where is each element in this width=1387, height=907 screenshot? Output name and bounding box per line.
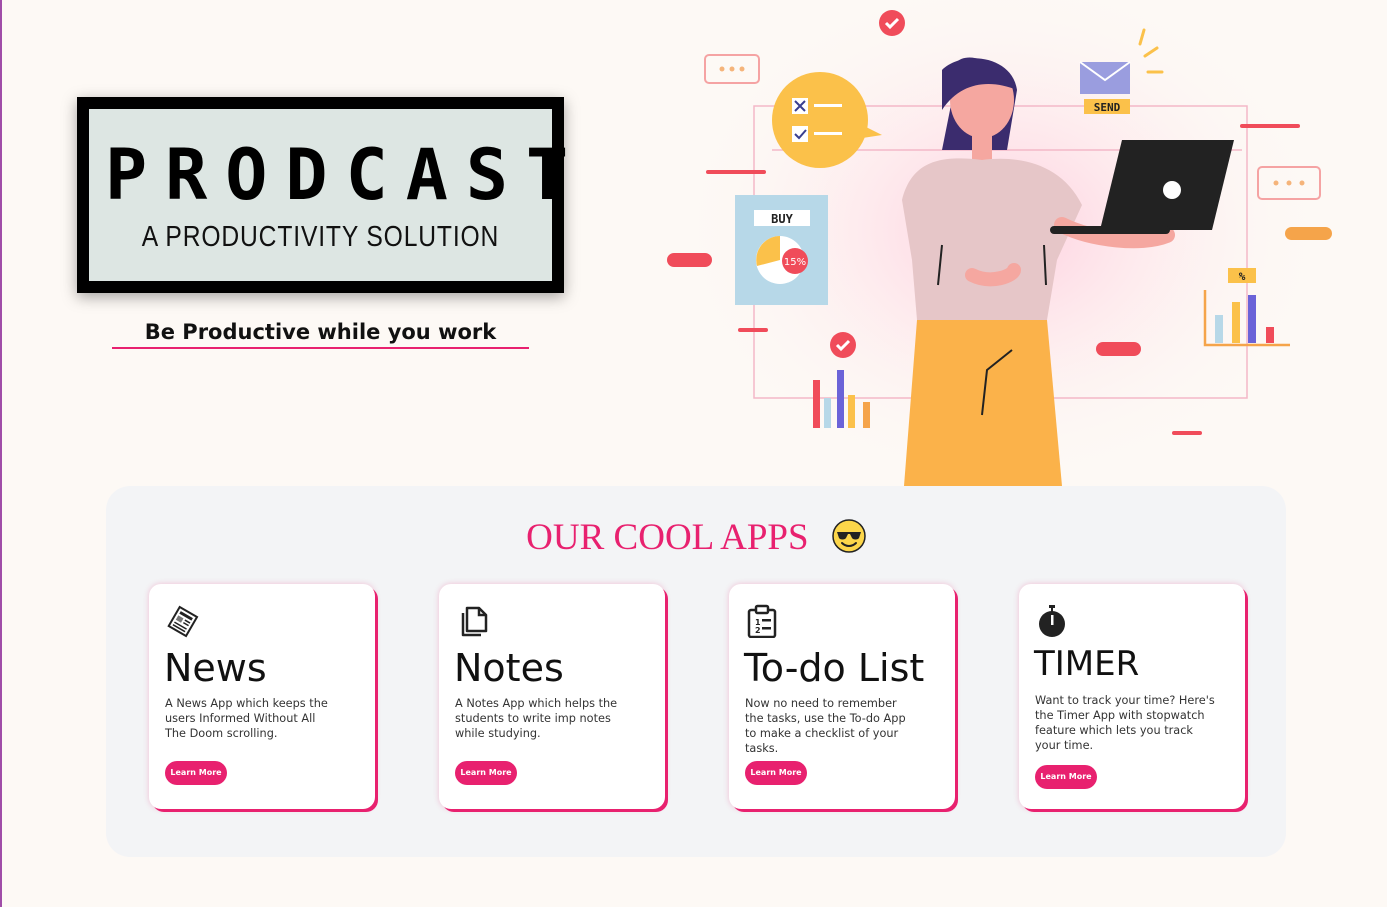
- learn-more-button-notes[interactable]: Learn More: [455, 761, 517, 785]
- brand-subtitle: A PRODUCTIVITY SOLUTION: [141, 221, 500, 253]
- documents-icon: [461, 606, 488, 637]
- learn-more-button-timer[interactable]: Learn More: [1035, 765, 1097, 789]
- app-card-timer: TIMER Want to track your time? Here's th…: [1019, 584, 1245, 809]
- hero-illustration: BUY 15% SEND %: [667, 0, 1332, 486]
- check-badge-icon: [879, 10, 905, 36]
- app-card-notes: Notes A Notes App which helps the studen…: [439, 584, 665, 809]
- svg-text:BUY: BUY: [771, 212, 793, 226]
- apps-panel: OUR COOL APPS News A News App which keep…: [106, 486, 1286, 857]
- app-card-title: To-do List: [744, 646, 925, 690]
- app-card-news: News A News App which keeps the users In…: [149, 584, 375, 809]
- app-card-description: A Notes App which helps the students to …: [455, 697, 618, 740]
- app-card-description: Now no need to remember the tasks, use t…: [745, 697, 906, 755]
- app-card-title: Notes: [454, 646, 564, 690]
- sunglasses-emoji-icon: [832, 519, 866, 553]
- app-card-description: Want to track your time? Here's the Time…: [1035, 694, 1215, 752]
- svg-text:%: %: [1239, 270, 1246, 283]
- svg-text:15%: 15%: [784, 257, 806, 268]
- logo-box: PRODCAST A PRODUCTIVITY SOLUTION: [77, 97, 587, 293]
- svg-text:2: 2: [755, 626, 761, 635]
- svg-text:SEND: SEND: [1094, 101, 1121, 114]
- apps-heading-text: OUR COOL APPS: [526, 517, 809, 558]
- app-card-title: News: [164, 646, 267, 690]
- apps-heading: OUR COOL APPS: [106, 516, 1286, 559]
- check-badge-icon: [830, 332, 856, 358]
- tagline: Be Productive while you work: [112, 320, 529, 349]
- app-card-description: A News App which keeps the users Informe…: [165, 697, 328, 740]
- learn-more-button-todo[interactable]: Learn More: [745, 761, 807, 785]
- app-card-title: TIMER: [1034, 644, 1140, 684]
- newspaper-icon: [167, 605, 199, 638]
- brand-title: PRODCAST: [105, 134, 587, 216]
- stopwatch-icon: [1039, 605, 1065, 637]
- app-card-todo: 1 2 To-do List Now no need to remember t…: [729, 584, 955, 809]
- learn-more-button-news[interactable]: Learn More: [165, 761, 227, 785]
- clipboard-list-icon: 1 2: [747, 604, 777, 638]
